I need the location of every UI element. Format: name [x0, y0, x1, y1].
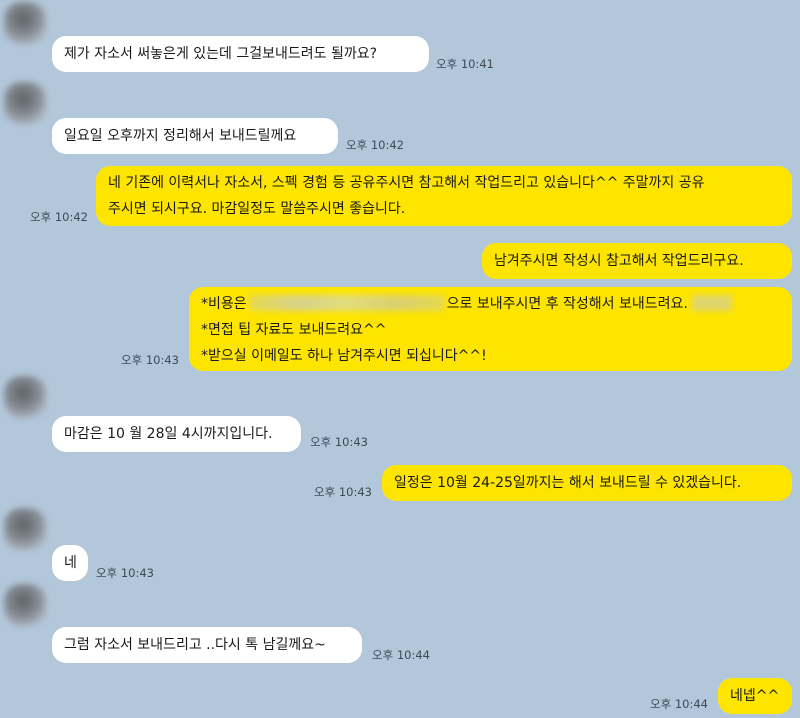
message-bubble-outgoing[interactable]: *비용은 으로 보내주시면 후 작성해서 보내드려요. *면접 팁 자료도 보내드… — [189, 287, 792, 371]
message-timestamp: 오후 10:44 — [650, 697, 708, 711]
message-timestamp: 오후 10:43 — [121, 353, 179, 367]
message-bubble-incoming[interactable]: 네 — [52, 545, 88, 581]
message-timestamp: 오후 10:41 — [436, 57, 494, 71]
message-text-segment: 으로 보내주시면 후 작성해서 보내드려요. — [446, 296, 688, 312]
sender-avatar[interactable] — [4, 2, 46, 44]
message-bubble-outgoing[interactable]: 네 기존에 이력서나 자소서, 스펙 경험 등 공유주시면 참고해서 작업드리고… — [96, 166, 792, 226]
message-text: 일정은 10월 24-25일까지는 해서 보내드릴 수 있겠습니다. — [394, 475, 742, 491]
message-bubble-incoming[interactable]: 그럼 자소서 보내드리고 ..다시 톡 남길께요~ — [52, 627, 362, 663]
message-text: 네 — [64, 555, 77, 571]
message-timestamp: 오후 10:42 — [346, 138, 404, 152]
message-bubble-outgoing[interactable]: 일정은 10월 24-25일까지는 해서 보내드릴 수 있겠습니다. — [382, 465, 792, 501]
sender-avatar[interactable] — [4, 508, 46, 550]
message-timestamp: 오후 10:43 — [314, 485, 372, 499]
message-text-line: 네 기존에 이력서나 자소서, 스펙 경험 등 공유주시면 참고해서 작업드리고… — [108, 175, 705, 191]
message-text: 네넵^^ — [730, 688, 780, 704]
message-timestamp: 오후 10:44 — [372, 648, 430, 662]
message-text: 마감은 10 월 28일 4시까지입니다. — [64, 426, 273, 442]
sender-avatar[interactable] — [4, 376, 46, 418]
message-text-line: 주시면 되시구요. 마감일정도 말씀주시면 좋습니다. — [108, 201, 406, 217]
message-timestamp: 오후 10:43 — [310, 435, 368, 449]
message-timestamp: 오후 10:43 — [96, 566, 154, 580]
sender-avatar[interactable] — [4, 82, 46, 124]
message-bubble-incoming[interactable]: 제가 자소서 써놓은게 있는데 그걸보내드려도 될까요? — [52, 36, 429, 72]
redacted-text — [691, 295, 732, 311]
message-bubble-incoming[interactable]: 마감은 10 월 28일 4시까지입니다. — [52, 416, 301, 452]
message-text: 제가 자소서 써놓은게 있는데 그걸보내드려도 될까요? — [64, 46, 378, 62]
message-bubble-outgoing[interactable]: 네넵^^ — [718, 678, 792, 714]
message-bubble-incoming[interactable]: 일요일 오후까지 정리해서 보내드릴께요 — [52, 118, 338, 154]
message-bubble-outgoing[interactable]: 남겨주시면 작성시 참고해서 작업드리구요. — [482, 243, 792, 279]
message-text-line: *면접 팁 자료도 보내드려요^^ — [201, 322, 387, 338]
message-text-line: *받으실 이메일도 하나 남겨주시면 되십니다^^! — [201, 348, 487, 364]
sender-avatar[interactable] — [4, 584, 46, 626]
message-text-line: *비용은 으로 보내주시면 후 작성해서 보내드려요. — [201, 291, 780, 317]
message-timestamp: 오후 10:42 — [30, 210, 88, 224]
redacted-amount — [248, 295, 445, 311]
message-text: 그럼 자소서 보내드리고 ..다시 톡 남길께요~ — [64, 637, 326, 653]
message-text: 남겨주시면 작성시 참고해서 작업드리구요. — [494, 253, 744, 269]
message-text-segment: *비용은 — [201, 296, 247, 312]
message-text: 일요일 오후까지 정리해서 보내드릴께요 — [64, 128, 297, 144]
